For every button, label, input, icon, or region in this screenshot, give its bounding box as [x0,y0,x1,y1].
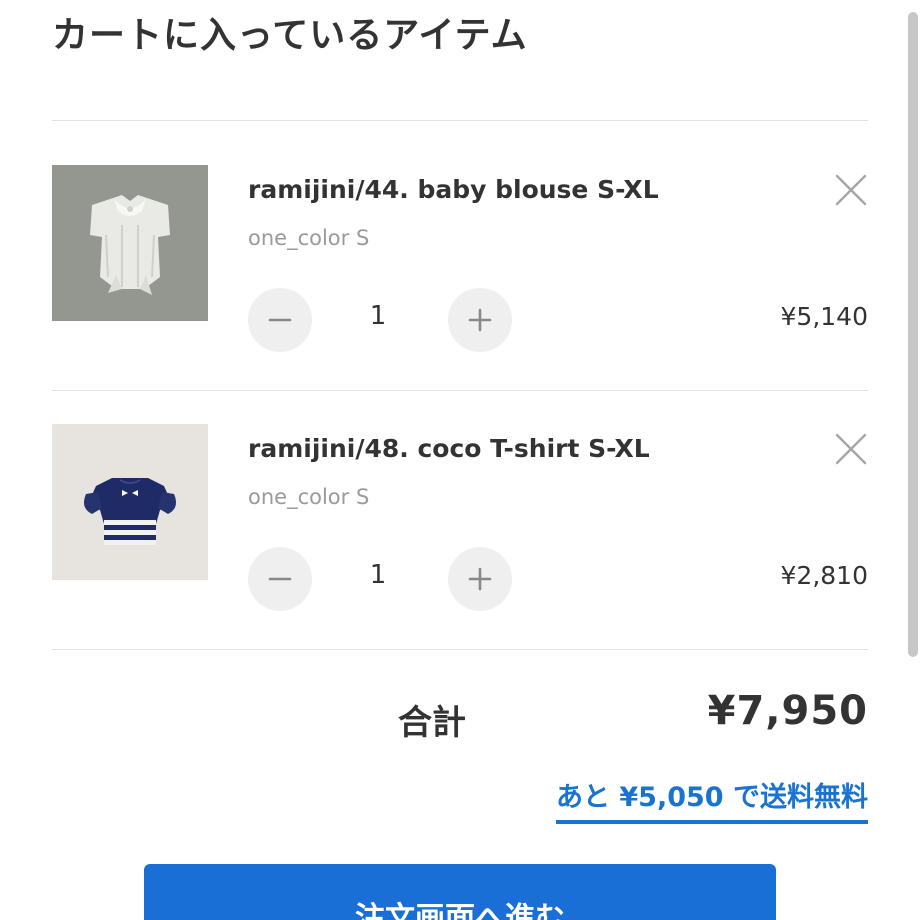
free-shipping-note[interactable]: あと ¥5,050 で送料無料 [556,775,868,824]
scrollbar[interactable] [908,12,918,657]
cart-page: カートに入っているアイテム ramijini/44. baby blouse S… [0,0,920,920]
cart-item: ramijini/44. baby blouse S-XL one_color … [52,165,868,365]
item-name[interactable]: ramijini/48. coco T-shirt S-XL [248,434,650,463]
quantity-decrease-button[interactable] [248,288,312,352]
item-price: ¥2,810 [780,561,868,590]
quantity-increase-button[interactable] [448,288,512,352]
close-icon [835,174,867,206]
remove-item-button[interactable] [834,432,868,466]
divider [52,649,868,650]
item-name[interactable]: ramijini/44. baby blouse S-XL [248,175,659,204]
plus-icon [468,567,492,591]
page-title: カートに入っているアイテム [52,15,528,56]
product-image[interactable] [52,424,208,580]
item-variant: one_color S [248,485,370,509]
product-image[interactable] [52,165,208,321]
item-variant: one_color S [248,226,370,250]
quantity-decrease-button[interactable] [248,547,312,611]
quantity-increase-button[interactable] [448,547,512,611]
checkout-button[interactable]: 注文画面へ進む [144,864,776,920]
cart-item: ramijini/48. coco T-shirt S-XL one_color… [52,424,868,624]
close-icon [835,433,867,465]
white-baby-blouse-photo [52,165,208,321]
divider [52,120,868,121]
quantity-value[interactable]: 1 [358,560,398,590]
divider [52,390,868,391]
navy-striped-tshirt-photo [52,424,208,580]
item-price: ¥5,140 [780,302,868,331]
quantity-value[interactable]: 1 [358,301,398,331]
plus-icon [468,308,492,332]
remove-item-button[interactable] [834,173,868,207]
minus-icon [268,318,292,322]
minus-icon [268,577,292,581]
total-amount: ¥7,950 [707,688,868,734]
total-label: 合計 [398,703,466,743]
